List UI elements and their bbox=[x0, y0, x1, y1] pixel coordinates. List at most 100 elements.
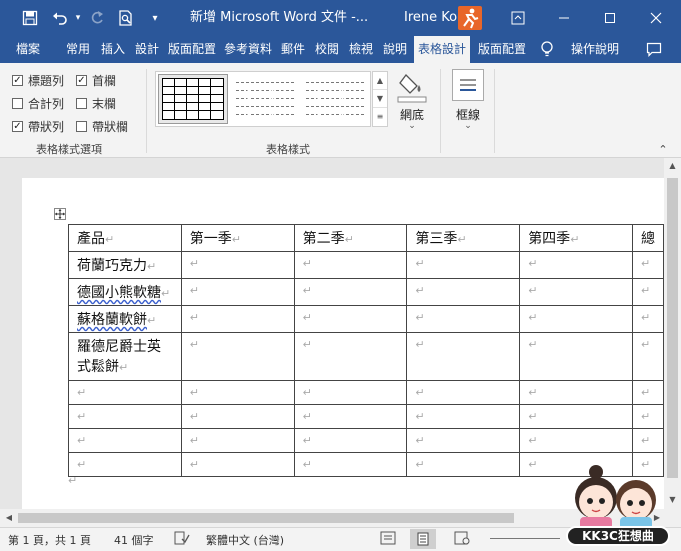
user-avatar[interactable] bbox=[458, 6, 482, 30]
tell-me-search[interactable]: 操作說明 bbox=[564, 36, 626, 63]
table-cell[interactable]: 德國小熊軟糖↵ bbox=[68, 278, 182, 306]
customize-qat-icon[interactable]: ▾ bbox=[146, 0, 164, 36]
word-count[interactable]: 41 個字 bbox=[114, 532, 154, 548]
vertical-scrollbar[interactable]: ▲ ▼ bbox=[664, 158, 681, 509]
zoom-slider[interactable] bbox=[490, 538, 560, 539]
last-column-checkbox[interactable]: 末欄 bbox=[76, 95, 116, 112]
total-row-checkbox[interactable]: 合計列 bbox=[12, 95, 64, 112]
save-icon[interactable] bbox=[18, 0, 42, 36]
tab-view[interactable]: 檢視 bbox=[344, 36, 378, 63]
table-cell[interactable]: ↵ bbox=[180, 404, 295, 429]
table-cell[interactable]: ↵ bbox=[180, 278, 295, 306]
table-cell[interactable]: ↵ bbox=[519, 305, 633, 333]
table-cell[interactable]: 羅德尼爵士英式鬆餅↵ bbox=[68, 332, 182, 381]
table-cell[interactable]: ↵ bbox=[406, 251, 521, 279]
banded-rows-checkbox[interactable]: ✓ 帶狀列 bbox=[12, 118, 64, 135]
table-cell[interactable]: ↵ bbox=[406, 404, 521, 429]
table-cell[interactable]: ↵ bbox=[293, 428, 408, 453]
table-cell[interactable]: ↵ bbox=[406, 305, 521, 333]
print-layout-icon[interactable] bbox=[410, 529, 436, 549]
scroll-left-icon[interactable]: ◀ bbox=[2, 509, 16, 527]
header-row-checkbox[interactable]: ✓ 標題列 bbox=[12, 72, 64, 89]
table-cell[interactable]: ↵ bbox=[631, 452, 665, 477]
tab-mailings[interactable]: 郵件 bbox=[276, 36, 310, 63]
web-layout-icon[interactable] bbox=[454, 531, 470, 548]
banded-columns-checkbox[interactable]: 帶狀欄 bbox=[76, 118, 128, 135]
table-cell[interactable]: ↵ bbox=[631, 380, 665, 405]
table-cell[interactable]: ↵ bbox=[631, 332, 665, 381]
horizontal-scrollbar[interactable]: ◀ ▶ bbox=[0, 509, 681, 527]
table-cell[interactable]: ↵ bbox=[293, 305, 408, 333]
collapse-ribbon-icon[interactable]: ⌃ bbox=[656, 143, 670, 156]
table-style-grid[interactable] bbox=[158, 74, 228, 124]
table-style-plain-1[interactable] bbox=[234, 74, 298, 124]
table-cell[interactable]: ↵ bbox=[68, 452, 182, 477]
borders-icon[interactable] bbox=[452, 69, 484, 101]
table-cell[interactable]: ↵ bbox=[519, 251, 633, 279]
language[interactable]: 繁體中文 (台灣) bbox=[206, 532, 284, 548]
table-cell[interactable]: 蘇格蘭軟餅↵ bbox=[68, 305, 182, 333]
gallery-down-icon[interactable]: ▼ bbox=[373, 90, 387, 108]
ribbon-display-icon[interactable] bbox=[502, 0, 534, 36]
table-cell[interactable]: ↵ bbox=[406, 332, 521, 381]
table-cell[interactable]: 第四季↵ bbox=[519, 224, 633, 252]
tab-file[interactable]: 檔案 bbox=[6, 36, 50, 63]
table-cell[interactable]: ↵ bbox=[180, 428, 295, 453]
table-cell[interactable]: ↵ bbox=[406, 452, 521, 477]
table-cell[interactable]: ↵ bbox=[631, 305, 665, 333]
word-table[interactable]: 產品↵ 第一季↵ 第二季↵ 第三季↵ 第四季↵ 總 荷蘭巧克力↵ ↵ ↵ ↵ ↵ ↵ 德國小… bbox=[68, 224, 665, 477]
shading-icon[interactable] bbox=[396, 69, 428, 105]
table-cell[interactable]: ↵ bbox=[519, 278, 633, 306]
focus-mode-icon[interactable] bbox=[380, 531, 396, 548]
table-cell[interactable]: ↵ bbox=[406, 428, 521, 453]
table-cell[interactable]: 產品↵ bbox=[68, 224, 182, 252]
table-cell[interactable]: ↵ bbox=[180, 332, 295, 381]
gallery-more-icon[interactable]: ≡ bbox=[373, 108, 387, 126]
table-cell[interactable]: ↵ bbox=[406, 278, 521, 306]
scroll-down-icon[interactable]: ▼ bbox=[664, 492, 681, 508]
tab-home[interactable]: 常用 bbox=[60, 36, 96, 63]
close-icon[interactable] bbox=[640, 0, 672, 36]
scroll-up-icon[interactable]: ▲ bbox=[664, 158, 681, 174]
comments-icon[interactable] bbox=[646, 42, 664, 58]
tab-table-layout[interactable]: 版面配置 bbox=[474, 36, 530, 63]
table-cell[interactable]: ↵ bbox=[293, 380, 408, 405]
table-cell[interactable]: ↵ bbox=[631, 251, 665, 279]
table-cell[interactable]: ↵ bbox=[293, 404, 408, 429]
redo-icon[interactable] bbox=[86, 0, 108, 36]
table-cell[interactable]: ↵ bbox=[519, 452, 633, 477]
table-cell[interactable]: ↵ bbox=[519, 332, 633, 381]
tab-review[interactable]: 校閱 bbox=[310, 36, 344, 63]
vertical-scroll-thumb[interactable] bbox=[667, 178, 678, 478]
table-cell[interactable]: ↵ bbox=[180, 380, 295, 405]
undo-dropdown-icon[interactable]: ▾ bbox=[72, 0, 84, 36]
table-cell[interactable]: ↵ bbox=[68, 428, 182, 453]
table-cell[interactable]: ↵ bbox=[293, 452, 408, 477]
horizontal-scroll-thumb[interactable] bbox=[18, 513, 514, 523]
table-cell[interactable]: 第一季↵ bbox=[180, 224, 295, 252]
table-cell[interactable]: ↵ bbox=[180, 452, 295, 477]
minimize-icon[interactable] bbox=[548, 0, 580, 36]
tab-insert[interactable]: 插入 bbox=[96, 36, 130, 63]
print-preview-icon[interactable] bbox=[114, 0, 138, 36]
tab-design[interactable]: 設計 bbox=[130, 36, 164, 63]
undo-icon[interactable] bbox=[48, 0, 72, 36]
maximize-icon[interactable] bbox=[594, 0, 626, 36]
first-column-checkbox[interactable]: ✓ 首欄 bbox=[76, 72, 116, 89]
table-cell[interactable]: ↵ bbox=[519, 380, 633, 405]
page-count[interactable]: 第 1 頁，共 1 頁 bbox=[8, 532, 91, 548]
tab-layout[interactable]: 版面配置 bbox=[164, 36, 220, 63]
tab-help[interactable]: 說明 bbox=[378, 36, 412, 63]
table-cell[interactable]: ↵ bbox=[519, 428, 633, 453]
shading-dropdown-icon[interactable]: ⌄ bbox=[397, 121, 427, 131]
table-cell[interactable]: 第二季↵ bbox=[293, 224, 408, 252]
table-cell[interactable]: ↵ bbox=[293, 251, 408, 279]
table-cell[interactable]: ↵ bbox=[180, 305, 295, 333]
table-cell[interactable]: 第三季↵ bbox=[406, 224, 521, 252]
table-cell[interactable]: 總 bbox=[631, 224, 665, 252]
gallery-up-icon[interactable]: ▲ bbox=[373, 72, 387, 90]
table-cell[interactable]: ↵ bbox=[68, 404, 182, 429]
tab-references[interactable]: 參考資料 bbox=[220, 36, 276, 63]
table-style-plain-2[interactable] bbox=[304, 74, 368, 124]
table-cell[interactable]: ↵ bbox=[631, 428, 665, 453]
